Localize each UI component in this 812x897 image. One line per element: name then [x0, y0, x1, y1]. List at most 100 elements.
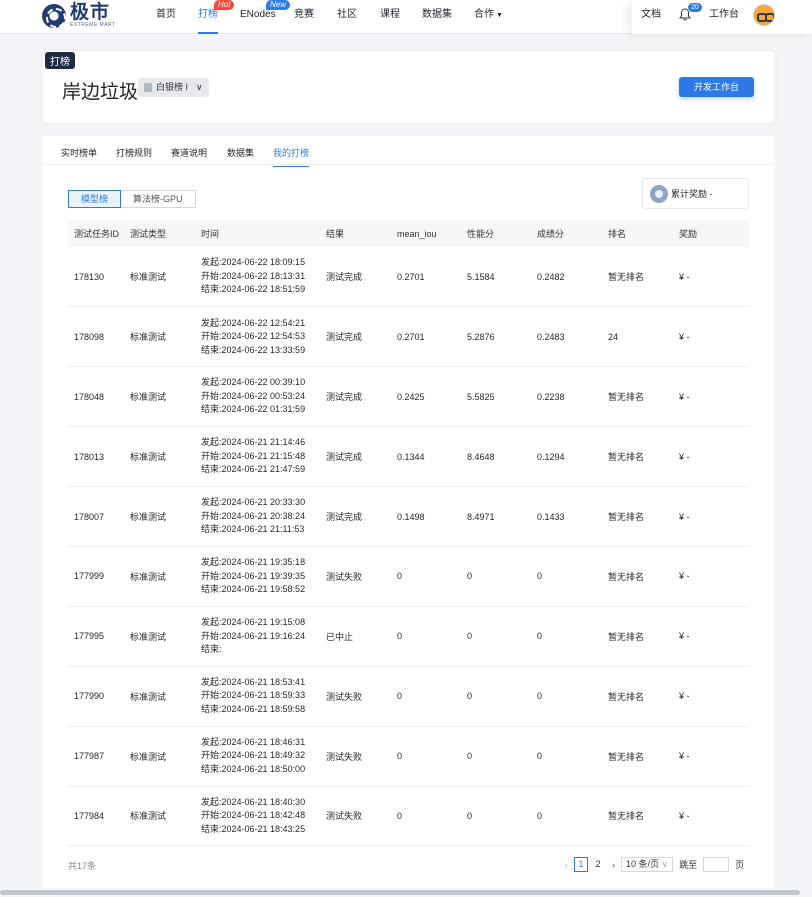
- page-2[interactable]: 2: [591, 857, 605, 872]
- reward: ¥ -: [673, 306, 749, 368]
- tab-realtime-board[interactable]: 实时榜单: [61, 146, 97, 166]
- task-id: 178048: [68, 366, 124, 428]
- mean-iou: 0.2701: [391, 247, 461, 308]
- end-time: 结束:2024-06-21 21:47:59: [201, 464, 306, 475]
- time-cell: 发起:2024-06-21 18:53:41 开始:2024-06-21 18:5…: [195, 666, 320, 727]
- test-type: 标准测试: [124, 426, 195, 488]
- leaderboard-tag: 打榜: [45, 52, 75, 69]
- rank: 暂无排名: [602, 726, 673, 787]
- page-1[interactable]: 1: [574, 857, 588, 872]
- final-score: 0: [531, 606, 602, 667]
- final-score: 0.2483: [531, 306, 602, 368]
- algorithm-board-button[interactable]: 算法榜-GPU: [121, 190, 196, 208]
- result: 测试失败: [320, 666, 391, 727]
- horizontal-scrollbar[interactable]: [0, 888, 812, 897]
- reward: ¥ -: [673, 606, 749, 667]
- end-time: 结束:2024-06-21 19:58:52: [201, 584, 306, 595]
- end-time: 结束:2024-06-22 13:33:59: [201, 344, 306, 355]
- model-board-button[interactable]: 模型榜: [68, 190, 122, 208]
- start-time: 发起:2024-06-21 18:40:30: [201, 796, 306, 807]
- prev-page-icon[interactable]: ‹: [565, 860, 568, 870]
- logo-subtext: EXTREME MART: [70, 22, 116, 28]
- reward: ¥ -: [673, 426, 749, 488]
- tab-dataset[interactable]: 数据集: [227, 146, 254, 166]
- caret-down-icon: ▼: [496, 12, 503, 19]
- begin-time: 开始:2024-06-21 18:42:48: [201, 810, 306, 821]
- test-type: 标准测试: [124, 247, 195, 308]
- result: 测试完成: [320, 366, 391, 428]
- col-header: 性能分: [461, 220, 531, 247]
- rank: 暂无排名: [602, 366, 673, 428]
- main-panel: 实时榜单 打榜规则 赛道说明 数据集 我的打榜 模型榜 算法榜-GPU 累计奖励…: [43, 136, 774, 888]
- time-cell: 发起:2024-06-22 18:09:15 开始:2024-06-22 18:1…: [195, 247, 320, 308]
- next-page-icon[interactable]: ›: [612, 860, 615, 870]
- col-header: 结果: [320, 220, 391, 247]
- col-header: mean_iou: [391, 220, 461, 247]
- avatar[interactable]: [753, 4, 775, 26]
- end-time: 结束:2024-06-21 21:11:53: [201, 524, 305, 535]
- tab-my-submissions[interactable]: 我的打榜: [273, 146, 310, 167]
- test-type: 标准测试: [124, 786, 195, 847]
- nav-home[interactable]: 首页: [156, 0, 176, 34]
- table-row: 178007 标准测试 发起:2024-06-21 20:33:30 开始:2024-…: [68, 486, 749, 547]
- chevron-down-icon: ∨: [196, 82, 203, 92]
- result: 测试失败: [320, 546, 391, 607]
- begin-time: 开始:2024-06-22 18:13:31: [201, 270, 306, 281]
- rank: 暂无排名: [602, 786, 673, 847]
- reward: ¥ -: [673, 726, 749, 787]
- nav-workspace[interactable]: 工作台: [709, 0, 739, 34]
- task-id: 178098: [68, 306, 124, 368]
- money-bag-icon: [650, 184, 668, 203]
- start-time: 发起:2024-06-21 21:14:46: [201, 437, 306, 448]
- nav-datasets[interactable]: 数据集: [422, 0, 452, 34]
- user-area: 文档 20 工作台: [632, 0, 812, 34]
- test-type: 标准测试: [124, 606, 195, 667]
- logo[interactable]: 极市 EXTREME MART: [42, 3, 116, 28]
- submissions-table: 测试任务ID 测试类型 时间 结果 mean_iou 性能分 成绩分 排名 奖励…: [68, 220, 749, 847]
- begin-time: 开始:2024-06-21 19:16:24: [201, 630, 306, 641]
- time-cell: 发起:2024-06-22 00:39:10 开始:2024-06-22 00:5…: [195, 366, 320, 428]
- test-type: 标准测试: [124, 726, 195, 787]
- table-row: 177984 标准测试 发起:2024-06-21 18:40:30 开始:2024-…: [68, 786, 749, 847]
- nav-community[interactable]: 社区: [337, 0, 357, 34]
- start-time: 发起:2024-06-22 00:39:10: [201, 377, 306, 388]
- tab-rules[interactable]: 打榜规则: [116, 146, 152, 166]
- begin-time: 开始:2024-06-21 18:49:32: [201, 750, 306, 761]
- board-level-select[interactable]: 白银榜 I ∨: [138, 78, 209, 97]
- performance-score: 8.4971: [461, 486, 531, 547]
- competition-header: 打榜 岸边垃圾 白银榜 I ∨ 开发工作台: [43, 51, 774, 123]
- rank: 暂无排名: [602, 666, 673, 727]
- nav-cooperation[interactable]: 合作 ▼: [474, 0, 503, 34]
- test-type: 标准测试: [124, 306, 195, 368]
- time-cell: 发起:2024-06-21 20:33:30 开始:2024-06-21 20:3…: [195, 486, 320, 547]
- page-size-select[interactable]: 10 条/页 ∨: [621, 857, 674, 872]
- reward: ¥ -: [673, 666, 749, 727]
- begin-time: 开始:2024-06-21 21:15:48: [201, 450, 306, 461]
- result: 测试完成: [320, 306, 391, 368]
- start-time: 发起:2024-06-21 19:15:08: [201, 617, 306, 628]
- mean-iou: 0: [391, 666, 461, 727]
- nav-courses[interactable]: 课程: [380, 0, 400, 34]
- start-time: 发起:2024-06-22 12:54:21: [201, 317, 306, 328]
- dev-workspace-button[interactable]: 开发工作台: [679, 77, 754, 97]
- begin-time: 开始:2024-06-21 20:38:24: [201, 510, 306, 521]
- total-reward: 累计奖励 -: [642, 178, 749, 209]
- performance-score: 5.2876: [461, 306, 531, 368]
- new-badge: New: [266, 0, 291, 10]
- final-score: 0.2482: [531, 247, 602, 308]
- reward: ¥ -: [673, 486, 749, 547]
- jump-page-input[interactable]: [703, 857, 730, 872]
- nav-competition[interactable]: 竞赛: [294, 0, 314, 34]
- result: 测试完成: [320, 247, 391, 308]
- tab-bar: 实时榜单 打榜规则 赛道说明 数据集 我的打榜: [43, 136, 774, 167]
- end-time: 结束:2024-06-21 18:50:00: [201, 763, 306, 774]
- page-unit-label: 页: [735, 860, 745, 870]
- tab-track-info[interactable]: 赛道说明: [171, 146, 207, 166]
- time-cell: 发起:2024-06-21 19:35:18 开始:2024-06-21 19:3…: [195, 546, 320, 607]
- begin-time: 开始:2024-06-22 00:53:24: [201, 390, 306, 401]
- task-id: 177984: [68, 786, 124, 847]
- final-score: 0: [531, 786, 602, 847]
- scrollbar-thumb[interactable]: [0, 890, 800, 895]
- mean-iou: 0: [391, 786, 461, 847]
- nav-docs[interactable]: 文档: [641, 0, 661, 34]
